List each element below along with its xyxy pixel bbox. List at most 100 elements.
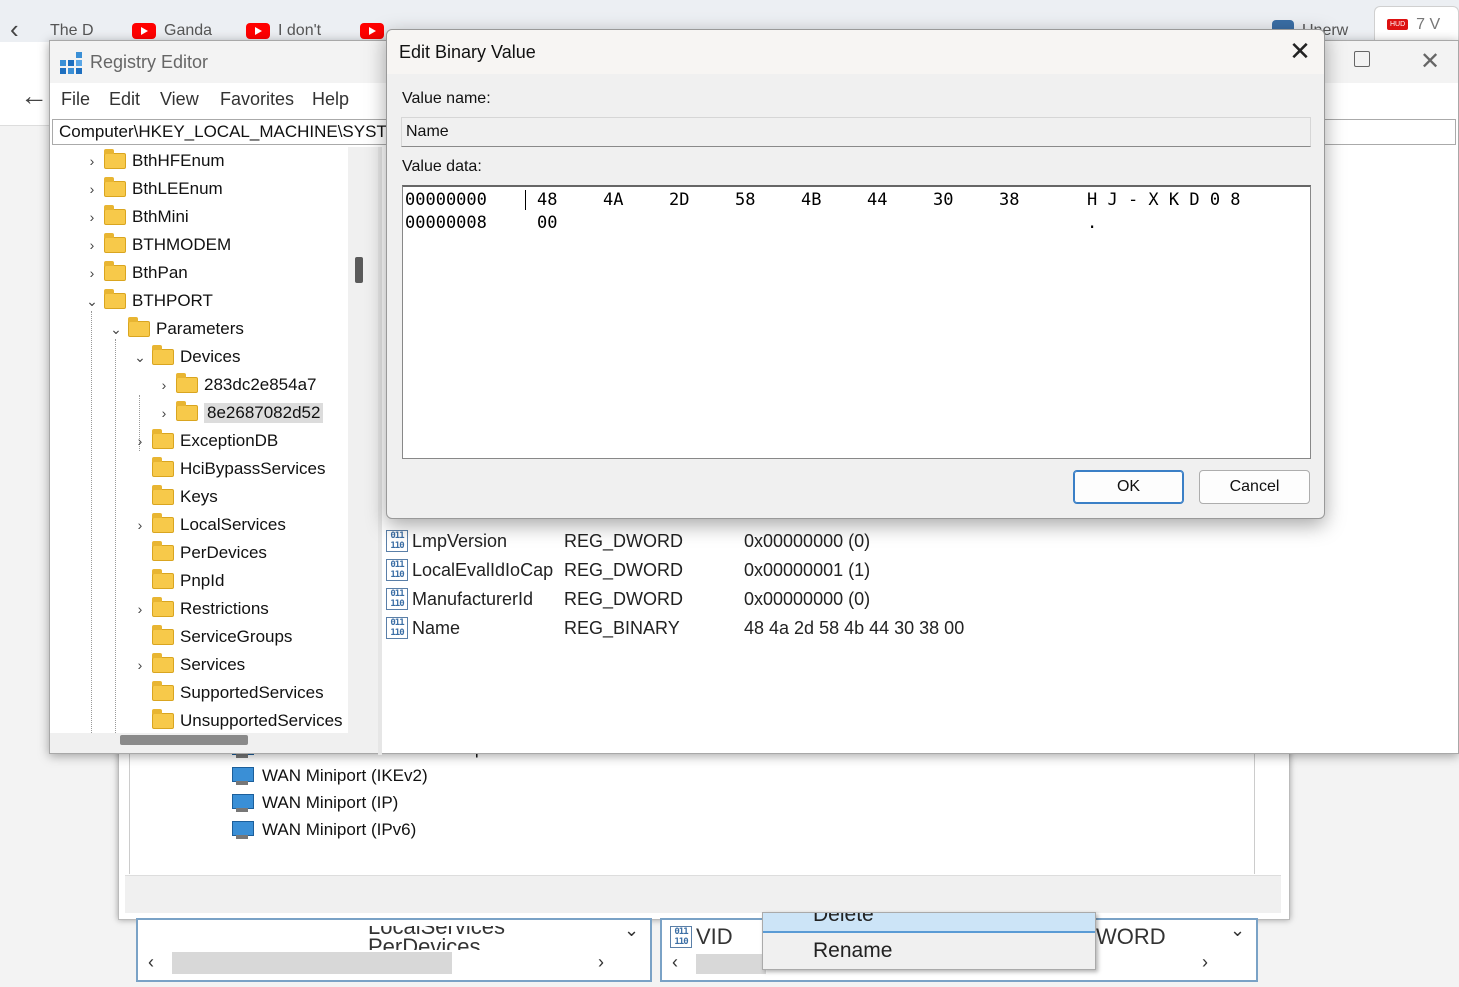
chevron-right-icon[interactable]: › — [128, 517, 152, 533]
tree-item-device-8e2687082d52[interactable]: › 8e2687082d52 — [152, 401, 324, 425]
folder-icon — [152, 457, 174, 477]
network-adapter-icon — [230, 793, 254, 813]
scroll-left-icon[interactable]: ‹ — [672, 952, 678, 973]
youtube-icon — [132, 23, 156, 39]
chevron-down-icon[interactable]: ⌄ — [624, 920, 639, 941]
scrollbar-thumb[interactable] — [696, 954, 766, 974]
scrollbar-thumb[interactable] — [172, 952, 452, 974]
tree-item-hcibypassservices[interactable]: HciBypassServices — [128, 457, 326, 481]
browser-tab[interactable]: I don't — [246, 20, 328, 42]
value-row[interactable]: 011 110 LocalEvalIdIoCap REG_DWORD 0x0000… — [386, 557, 870, 583]
network-adapter-icon — [230, 820, 254, 840]
tree-item-perdevices[interactable]: PerDevices — [128, 541, 267, 565]
context-menu-item-rename[interactable]: Rename — [813, 939, 892, 963]
menu-favorites[interactable]: Favorites — [220, 89, 294, 110]
scrollbar-thumb[interactable] — [355, 257, 363, 283]
chevron-right-icon[interactable]: › — [80, 181, 104, 197]
tree-item-restrictions[interactable]: › Restrictions — [128, 597, 269, 621]
tree-vertical-scrollbar[interactable] — [348, 147, 378, 735]
hex-byte: 58 — [735, 190, 756, 210]
tree-item-unsupportedservices[interactable]: UnsupportedServices — [128, 709, 343, 733]
chevron-right-icon[interactable]: › — [152, 405, 176, 421]
menu-edit[interactable]: Edit — [109, 89, 140, 110]
hex-ascii: . — [1087, 213, 1098, 233]
value-name-field: Name — [401, 117, 1311, 147]
tree-item-services[interactable]: › Services — [128, 653, 245, 677]
menu-view[interactable]: View — [160, 89, 199, 110]
tree-item-bthport[interactable]: ⌄ BTHPORT — [80, 289, 213, 313]
edit-binary-value-dialog: Edit Binary Value ✕ Value name: Name Val… — [386, 29, 1325, 519]
browser-tab[interactable]: The D — [50, 20, 98, 42]
chevron-right-icon[interactable]: › — [80, 209, 104, 225]
chevron-down-icon[interactable]: ⌄ — [128, 349, 152, 366]
hex-byte: 30 — [933, 190, 954, 210]
browser-back-icon[interactable]: ← — [20, 80, 48, 112]
chevron-right-icon[interactable]: › — [152, 377, 176, 393]
tree-item-bthpan[interactable]: › BthPan — [80, 261, 188, 285]
value-row[interactable]: 011 110 VID — [670, 924, 733, 950]
tree-item-keys[interactable]: Keys — [128, 485, 218, 509]
hex-editor[interactable]: 00000000 48 4A 2D 58 4B 44 30 38 H J - X… — [402, 185, 1311, 459]
folder-icon — [104, 261, 126, 281]
value-row[interactable]: 011 110 ManufacturerId REG_DWORD 0x000000… — [386, 586, 870, 612]
context-menu-item-delete[interactable]: Delete — [763, 913, 1095, 933]
chevron-right-icon[interactable]: › — [128, 601, 152, 617]
tree-item-pnpid[interactable]: PnpId — [128, 569, 224, 593]
folder-icon — [152, 345, 174, 365]
cancel-button[interactable]: Cancel — [1199, 470, 1310, 504]
list-item[interactable]: WAN Miniport (IP) — [230, 793, 398, 813]
context-menu: Delete Rename — [762, 912, 1096, 970]
hud-icon: HUD — [1387, 19, 1409, 30]
maximize-icon[interactable] — [1354, 51, 1370, 67]
tree-item-bthmini[interactable]: › BthMini — [80, 205, 189, 229]
scroll-right-icon[interactable]: › — [598, 952, 604, 973]
menu-help[interactable]: Help — [312, 89, 349, 110]
registry-editor-icon — [60, 52, 82, 74]
value-row[interactable]: 011 110 LmpVersion REG_DWORD 0x00000000 (… — [386, 528, 870, 554]
chevron-right-icon[interactable]: › — [128, 657, 152, 673]
chevron-right-icon[interactable]: › — [128, 433, 152, 449]
ok-button[interactable]: OK — [1073, 470, 1184, 504]
tab-scroll-left-icon[interactable]: ‹ — [10, 14, 19, 45]
tree-item-devices[interactable]: ⌄ Devices — [128, 345, 240, 369]
folder-icon — [152, 625, 174, 645]
chevron-down-icon[interactable]: ⌄ — [80, 293, 104, 310]
tree-item-localservices[interactable]: › LocalServices — [128, 513, 286, 537]
list-item[interactable]: WAN Miniport (IKEv2) — [230, 766, 428, 786]
tree-item-bthleenum[interactable]: › BthLEEnum — [80, 177, 223, 201]
value-row[interactable]: 011 110 Name REG_BINARY 48 4a 2d 58 4b 44… — [386, 615, 964, 641]
folder-icon — [152, 681, 174, 701]
folder-icon — [104, 233, 126, 253]
tree-item-bthhfenum[interactable]: › BthHFEnum — [80, 149, 225, 173]
tree-item-supportedservices[interactable]: SupportedServices — [128, 681, 324, 705]
chevron-down-icon[interactable]: ⌄ — [104, 321, 128, 338]
browser-tab[interactable]: Ganda — [132, 20, 214, 42]
tree-item-parameters[interactable]: ⌄ Parameters — [104, 317, 244, 341]
binary-value-icon: 011 110 — [386, 588, 408, 610]
folder-icon — [152, 429, 174, 449]
hex-byte: 2D — [669, 190, 690, 210]
folder-icon — [104, 149, 126, 169]
hex-ascii: H J - X K D 0 8 — [1087, 190, 1241, 210]
tree-item-servicegroups[interactable]: ServiceGroups — [128, 625, 292, 649]
folder-icon — [152, 485, 174, 505]
chevron-right-icon[interactable]: › — [80, 265, 104, 281]
tree-item-bthmodem[interactable]: › BTHMODEM — [80, 233, 231, 257]
close-icon[interactable]: ✕ — [1420, 47, 1440, 76]
tree-item-device-283dc2e854a7[interactable]: › 283dc2e854a7 — [152, 373, 317, 397]
youtube-icon — [246, 23, 270, 39]
chevron-right-icon[interactable]: › — [80, 237, 104, 253]
scroll-left-icon[interactable]: ‹ — [148, 952, 154, 973]
close-icon[interactable]: ✕ — [1285, 36, 1315, 66]
chevron-down-icon[interactable]: ⌄ — [1230, 920, 1245, 941]
menu-file[interactable]: File — [61, 89, 90, 110]
chevron-right-icon[interactable]: › — [80, 153, 104, 169]
browser-tab-active[interactable]: HUD 7 V — [1374, 6, 1459, 42]
browser-tab[interactable] — [360, 20, 386, 42]
scroll-right-icon[interactable]: › — [1202, 952, 1208, 973]
list-item[interactable]: WAN Miniport (IPv6) — [230, 820, 416, 840]
status-bar — [125, 875, 1281, 913]
tree-item-exceptiondb[interactable]: › ExceptionDB — [128, 429, 278, 453]
scrollbar-thumb[interactable] — [120, 735, 248, 745]
hex-byte: 38 — [999, 190, 1020, 210]
